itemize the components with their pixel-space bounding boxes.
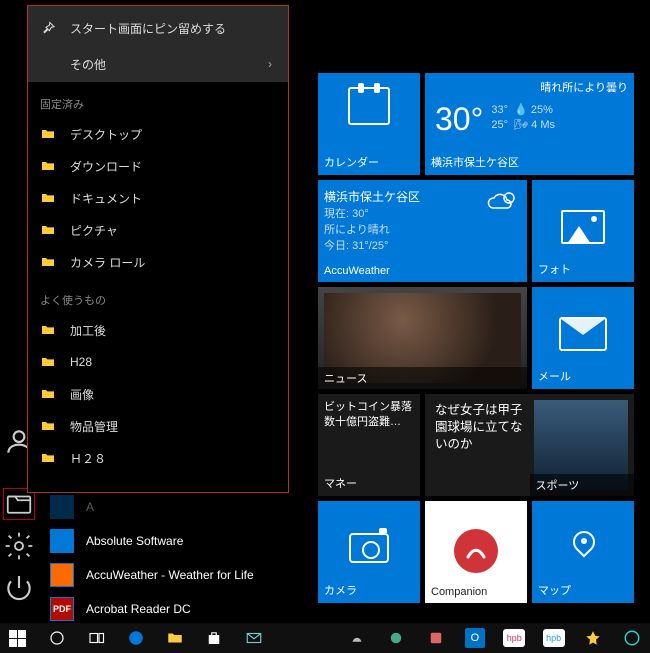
other-item[interactable]: その他 › [28, 46, 288, 82]
folder-icon [40, 322, 56, 338]
news-tile[interactable]: ニュース [318, 287, 527, 389]
maps-tile[interactable]: マップ [532, 501, 634, 603]
jump-frequent-1[interactable]: H28 [28, 346, 288, 378]
camera-tile[interactable]: カメラ [318, 501, 420, 603]
photos-icon [561, 210, 605, 244]
chevron-right-icon: › [268, 57, 272, 71]
weather-tile[interactable]: 晴れ所により曇り 30° 33° 💧 25% 25° 🌬 4 Ms 横浜市保土ケ… [425, 73, 634, 175]
jump-frequent-2[interactable]: 画像 [28, 378, 288, 410]
taskbar-outlook[interactable]: O [457, 623, 492, 653]
other-label: その他 [70, 56, 106, 73]
folder-icon [40, 386, 56, 402]
start-tiles: カレンダー 晴れ所により曇り 30° 33° 💧 25% 25° 🌬 4 Ms … [318, 73, 638, 603]
apps-list: A Absolute Software AccuWeather - Weathe… [50, 490, 300, 626]
calendar-icon [348, 87, 390, 125]
jump-documents[interactable]: ドキュメント [28, 182, 288, 214]
taskbar-explorer[interactable] [157, 623, 192, 653]
taskbar-mail[interactable] [236, 623, 271, 653]
jump-downloads[interactable]: ダウンロード [28, 150, 288, 182]
taskbar-app-2[interactable] [379, 623, 414, 653]
pinned-header: 固定済み [28, 82, 288, 118]
sports-tile[interactable]: なぜ女子は甲子園球場に立てないのか スポーツ [425, 394, 634, 496]
folder-icon [40, 126, 56, 142]
app-absolute-software[interactable]: Absolute Software [50, 524, 300, 558]
taskbar-app-5[interactable] [615, 623, 650, 653]
taskbar-store[interactable] [197, 623, 232, 653]
money-tile[interactable]: ビットコイン暴落 数十億円盗難… マネー [318, 394, 420, 496]
weather-temp: 30° [431, 97, 483, 138]
start-menu: スタート画面にピン留めする その他 › 固定済み デスクトップ ダウンロード ド… [0, 0, 650, 623]
camera-icon [349, 533, 389, 563]
app-partial-row[interactable]: A [50, 490, 300, 524]
companion-icon [454, 529, 498, 573]
taskbar-hpb-2[interactable]: hpb [536, 623, 571, 653]
map-pin-icon [563, 531, 603, 571]
accuweather-app-icon [50, 563, 74, 587]
pin-icon [40, 20, 56, 36]
taskbar: O hpb hpb [0, 623, 650, 653]
cortana-button[interactable] [39, 623, 74, 653]
app-acrobat[interactable]: PDFAcrobat Reader DC [50, 592, 300, 626]
folder-icon [50, 529, 74, 553]
folder-icon [40, 354, 56, 370]
jump-frequent-4[interactable]: Ｈ２８ [28, 442, 288, 474]
folder-icon [40, 222, 56, 238]
jump-cameraroll[interactable]: カメラ ロール [28, 246, 288, 278]
taskbar-edge[interactable] [118, 623, 153, 653]
companion-tile[interactable]: Companion [425, 501, 527, 603]
folder-icon [40, 190, 56, 206]
mail-tile[interactable]: メール [532, 287, 634, 389]
folder-icon [40, 418, 56, 434]
jump-frequent-0[interactable]: 加工後 [28, 314, 288, 346]
jump-frequent-3[interactable]: 物品管理 [28, 410, 288, 442]
folder-icon [40, 158, 56, 174]
accuweather-tile[interactable]: 横浜市保土ケ谷区 現在: 30° 所により晴れ 今日: 31°/25° Accu… [318, 180, 527, 282]
mail-icon [559, 317, 607, 351]
cloud-sun-icon [487, 190, 519, 212]
app-accuweather[interactable]: AccuWeather - Weather for Life [50, 558, 300, 592]
taskbar-app-4[interactable] [575, 623, 610, 653]
jump-desktop[interactable]: デスクトップ [28, 118, 288, 150]
photos-tile[interactable]: フォト [532, 180, 634, 282]
explorer-jump-list: スタート画面にピン留めする その他 › 固定済み デスクトップ ダウンロード ド… [27, 5, 289, 493]
taskbar-app-1[interactable] [339, 623, 374, 653]
calendar-tile[interactable]: カレンダー [318, 73, 420, 175]
folder-icon [40, 450, 56, 466]
windows-logo-icon [9, 630, 26, 647]
settings-rail-icon[interactable] [3, 530, 35, 562]
taskbar-app-3[interactable] [418, 623, 453, 653]
taskbar-hpb-1[interactable]: hpb [497, 623, 532, 653]
pin-to-start-label: スタート画面にピン留めする [70, 20, 226, 37]
power-rail-icon[interactable] [3, 572, 35, 604]
start-button[interactable] [0, 623, 35, 653]
task-view-button[interactable] [79, 623, 114, 653]
acrobat-app-icon: PDF [50, 597, 74, 621]
jump-pictures[interactable]: ピクチャ [28, 214, 288, 246]
pin-to-start-item[interactable]: スタート画面にピン留めする [28, 10, 288, 46]
folder-icon [40, 254, 56, 270]
frequent-header: よく使うもの [28, 278, 288, 314]
